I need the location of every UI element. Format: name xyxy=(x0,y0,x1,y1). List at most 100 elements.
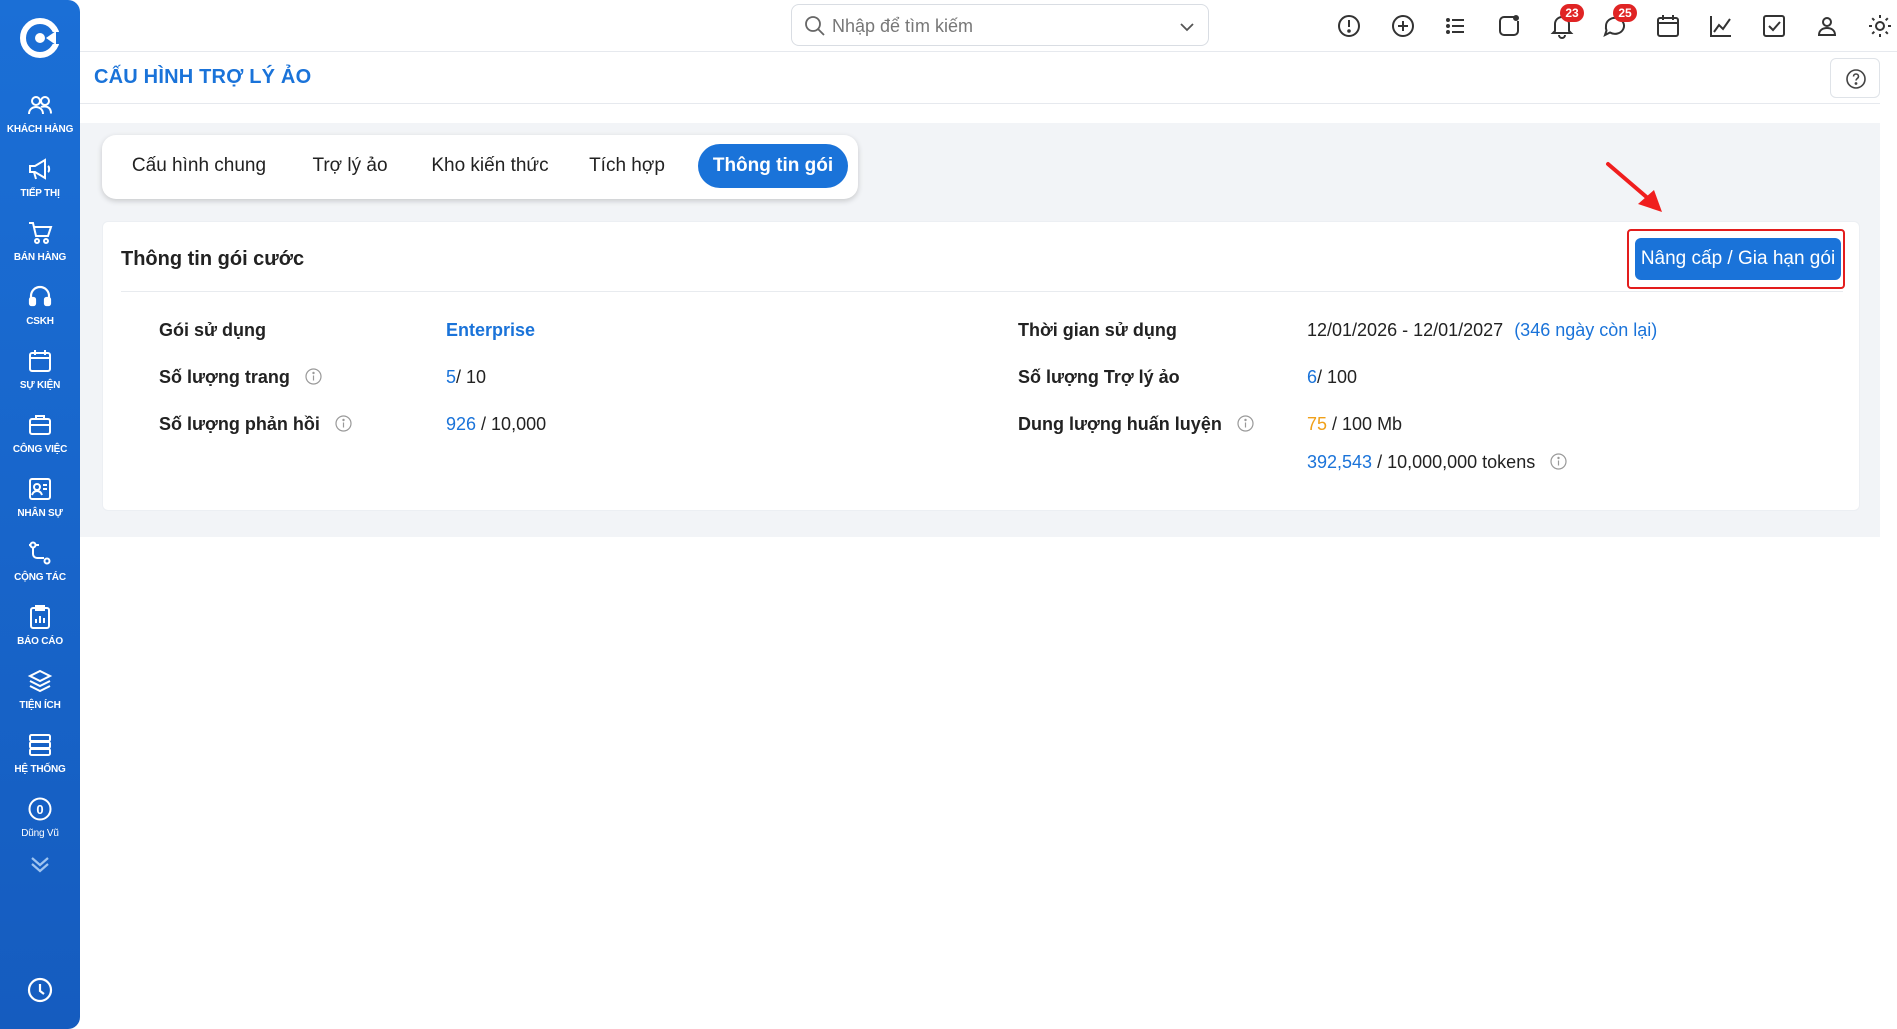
help-button[interactable] xyxy=(1830,58,1880,98)
sidebar-item-label: SỰ KIỆN xyxy=(19,380,61,391)
refresh-square-icon[interactable] xyxy=(1495,12,1523,40)
period-label: Thời gian sử dụng xyxy=(1018,320,1177,340)
tokens-used: 392,543 xyxy=(1307,452,1373,472)
expand-more-icon[interactable] xyxy=(28,852,52,876)
messages-icon[interactable]: 25 xyxy=(1601,4,1637,40)
user-icon[interactable] xyxy=(1813,12,1841,40)
alert-icon[interactable] xyxy=(1335,12,1363,40)
sidebar-item-system[interactable]: HỆ THỐNG xyxy=(0,732,80,792)
training-label: Dung lượng huấn luyện xyxy=(1018,414,1222,434)
chart-line-icon[interactable] xyxy=(1707,12,1735,40)
tab-integration[interactable]: Tích hợp xyxy=(572,144,682,188)
sidebar-item-label: Dũng Vũ xyxy=(21,828,59,839)
id-card-icon xyxy=(29,478,51,500)
sidebar-item-user[interactable]: 0 Dũng Vũ xyxy=(0,796,80,856)
plan-label: Gói sử dụng xyxy=(159,320,267,340)
sidebar-item-label: CSKH xyxy=(26,316,54,327)
sidebar-item-reports[interactable]: BÁO CÁO xyxy=(0,604,80,664)
briefcase-icon xyxy=(29,415,51,435)
sidebar-item-label: CÔNG VIỆC xyxy=(12,444,68,455)
info-icon[interactable] xyxy=(305,368,322,385)
info-icon[interactable] xyxy=(335,415,352,432)
info-icon[interactable] xyxy=(1550,453,1567,470)
chevron-down-icon[interactable] xyxy=(1178,18,1196,36)
period-value: 12/01/2026 - 12/01/2027 xyxy=(1307,320,1504,340)
user-avatar-icon: 0 xyxy=(28,797,52,821)
replies-value: 926 / 10,000 xyxy=(446,414,546,435)
tokens-total: / 10,000,000 tokens xyxy=(1372,452,1536,472)
sidebar-item-label: KHÁCH HÀNG xyxy=(6,124,74,135)
replies-label-row: Số lượng phản hồi xyxy=(159,414,352,435)
sidebar-item-sales[interactable]: BÁN HÀNG xyxy=(0,220,80,280)
sidebar-item-label: NHÂN SỰ xyxy=(17,508,63,519)
training-value: 75 / 100 Mb xyxy=(1307,414,1402,435)
notifications-icon[interactable]: 23 xyxy=(1548,4,1584,40)
training-total: / 100 Mb xyxy=(1327,414,1403,434)
header-divider xyxy=(80,103,1880,104)
upgrade-renew-button[interactable]: Nâng cấp / Gia hạn gói xyxy=(1635,238,1841,280)
layers-icon xyxy=(27,669,53,693)
tab-bar: Cấu hình chung Trợ lý ảo Kho kiến thức T… xyxy=(102,135,858,199)
replies-label: Số lượng phản hồi xyxy=(159,414,320,434)
tab-plan-info[interactable]: Thông tin gói xyxy=(698,144,848,188)
connect-icon xyxy=(29,541,51,565)
replies-used: 926 xyxy=(446,414,477,434)
global-search[interactable] xyxy=(791,4,1209,46)
sidebar-item-label: CỘNG TÁC xyxy=(14,572,66,583)
users-icon xyxy=(28,96,52,115)
sidebar: KHÁCH HÀNG TIẾP THỊ BÁN HÀNG CSKH SỰ KIỆ… xyxy=(0,0,80,1029)
search-input[interactable] xyxy=(832,14,1162,38)
annotation-arrow-icon xyxy=(1606,162,1662,212)
training-label-row: Dung lượng huấn luyện xyxy=(1018,414,1254,435)
tab-virtual-assistant[interactable]: Trợ lý ảo xyxy=(290,144,410,188)
info-icon[interactable] xyxy=(1237,415,1254,432)
pages-label-row: Số lượng trang xyxy=(159,367,322,388)
checkbox-icon[interactable] xyxy=(1760,12,1788,40)
add-icon[interactable] xyxy=(1389,12,1417,40)
tokens-value: 392,543 / 10,000,000 tokens xyxy=(1307,452,1567,473)
assistants-total: / 100 xyxy=(1317,367,1358,387)
card-divider xyxy=(121,291,1843,292)
calendar-icon[interactable] xyxy=(1654,12,1682,40)
page-title: CẤU HÌNH TRỢ LÝ ẢO xyxy=(94,66,312,88)
plan-value: Enterprise xyxy=(446,320,536,340)
sidebar-item-events[interactable]: SỰ KIỆN xyxy=(0,348,80,408)
pages-label: Số lượng trang xyxy=(159,367,290,387)
sidebar-item-label: HỆ THỐNG xyxy=(14,764,66,775)
period-value-row: 12/01/2026 - 12/01/2027 (346 ngày còn lạ… xyxy=(1307,320,1657,341)
sidebar-item-cskh[interactable]: CSKH xyxy=(0,284,80,344)
sidebar-item-label: TIỆN ÍCH xyxy=(19,700,61,711)
server-icon xyxy=(29,734,51,756)
sidebar-item-tasks[interactable]: CÔNG VIỆC xyxy=(0,412,80,472)
sidebar-item-label: BÁO CÁO xyxy=(17,636,63,647)
sidebar-item-marketing[interactable]: TIẾP THỊ xyxy=(0,156,80,216)
calendar-icon xyxy=(29,350,51,372)
cart-icon xyxy=(29,222,53,244)
headset-icon xyxy=(28,285,52,307)
notifications-badge: 23 xyxy=(1560,4,1584,22)
settings-gear-icon[interactable] xyxy=(1866,12,1894,40)
assistants-used: 6 xyxy=(1307,367,1318,387)
sidebar-item-hr[interactable]: NHÂN SỰ xyxy=(0,476,80,536)
training-used: 75 xyxy=(1307,414,1328,434)
sidebar-item-customers[interactable]: KHÁCH HÀNG xyxy=(0,92,80,152)
sidebar-item-utilities[interactable]: TIỆN ÍCH xyxy=(0,668,80,728)
clock-icon[interactable] xyxy=(26,976,54,1004)
app-logo-icon[interactable] xyxy=(20,18,60,58)
sidebar-item-label: TIẾP THỊ xyxy=(20,188,60,199)
assistants-value: 6/ 100 xyxy=(1307,367,1357,388)
pages-value: 5/ 10 xyxy=(446,367,486,388)
tab-knowledge-base[interactable]: Kho kiến thức xyxy=(416,144,564,188)
period-remaining: (346 ngày còn lại) xyxy=(1514,320,1658,340)
list-icon[interactable] xyxy=(1442,12,1470,40)
tab-general-config[interactable]: Cấu hình chung xyxy=(116,144,282,188)
assistants-label: Số lượng Trợ lý ảo xyxy=(1018,367,1180,387)
report-icon xyxy=(30,605,50,629)
search-icon xyxy=(805,16,825,36)
avatar-text: 0 xyxy=(36,802,43,817)
sidebar-item-collaboration[interactable]: CỘNG TÁC xyxy=(0,540,80,600)
megaphone-icon xyxy=(29,158,51,180)
pages-used: 5 xyxy=(446,367,457,387)
sidebar-item-label: BÁN HÀNG xyxy=(13,252,67,263)
question-icon xyxy=(1846,69,1866,89)
